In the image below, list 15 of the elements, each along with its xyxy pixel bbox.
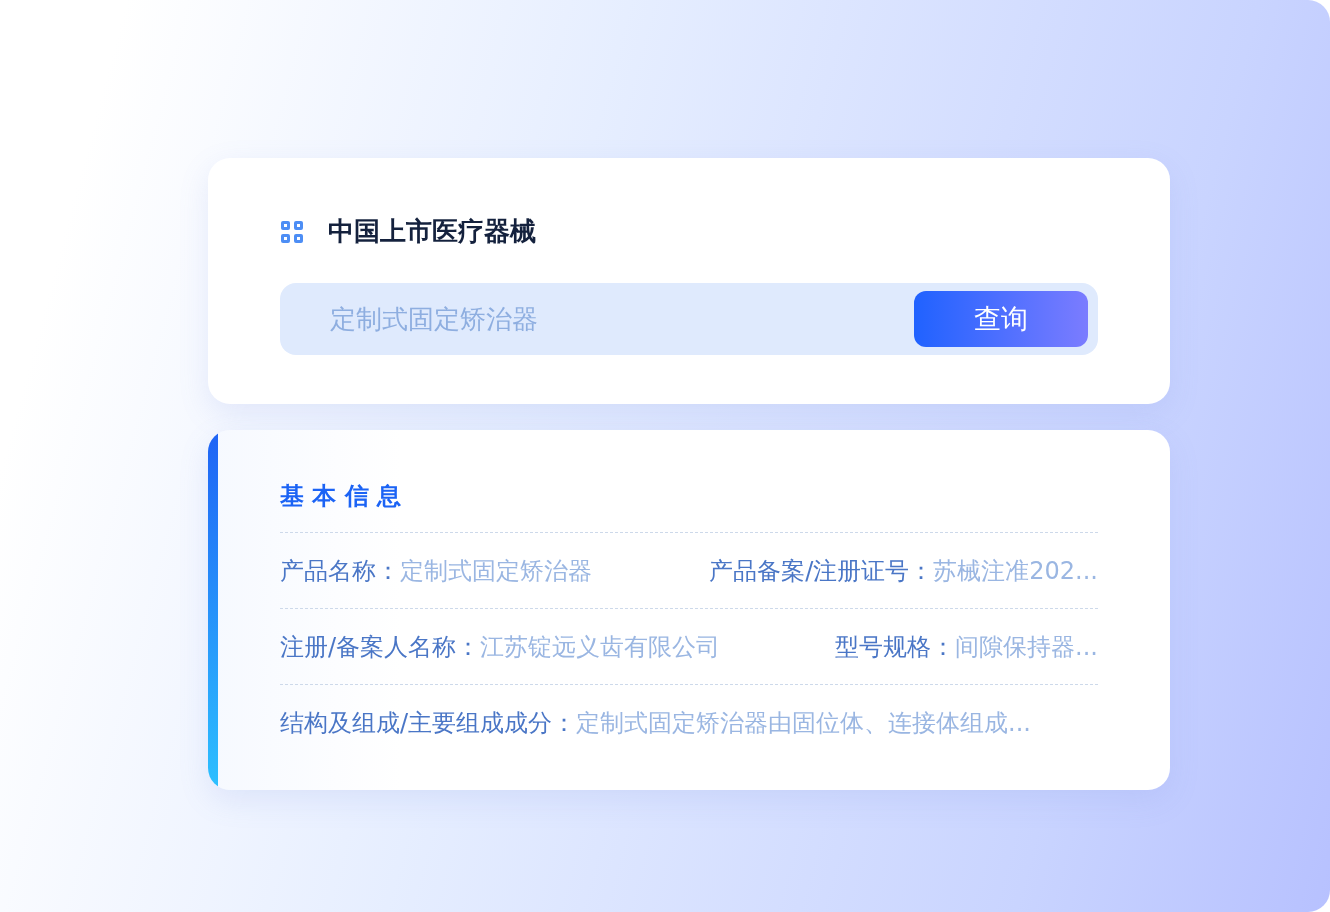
field-label: 产品名称：	[280, 556, 400, 585]
field-value: 江苏锭远义齿有限公司	[480, 632, 721, 661]
field-value: 间隙保持器...	[955, 632, 1098, 661]
grid-icon	[280, 219, 304, 244]
field-label: 结构及组成/主要组成成分：	[280, 708, 577, 737]
field-label: 注册/备案人名称：	[280, 632, 481, 661]
field-value: 定制式固定矫治器	[400, 556, 592, 585]
field-label: 型号规格：	[835, 632, 956, 661]
section-title: 基 本 信 息	[280, 480, 1098, 533]
search-button[interactable]: 查询	[914, 291, 1088, 347]
search-field[interactable]: 定制式固定矫治器 查询	[280, 283, 1098, 355]
field-value: 苏械注准202...	[933, 556, 1098, 585]
field-label: 产品备案/注册证号：	[709, 556, 934, 585]
field-value: 定制式固定矫治器由固位体、连接体组成...	[576, 708, 1031, 737]
card-title: 中国上市医疗器械	[328, 215, 536, 248]
